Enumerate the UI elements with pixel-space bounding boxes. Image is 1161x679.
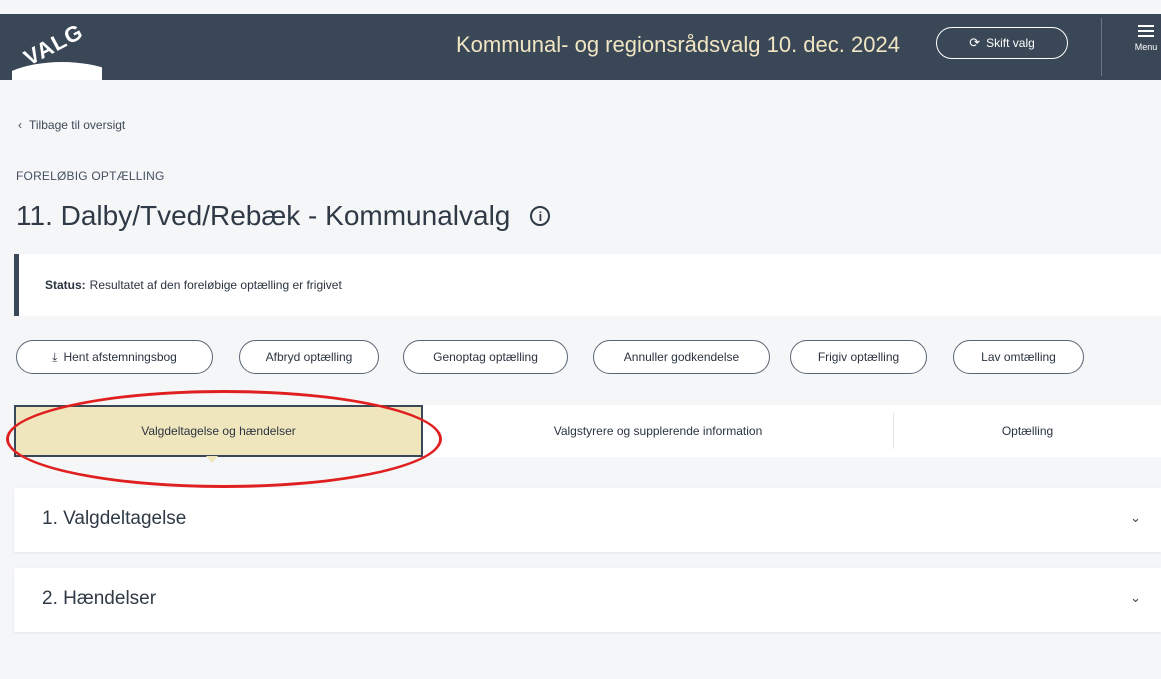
top-bar: VALG Kommunal- og regionsrådsvalg 10. de… — [0, 14, 1161, 80]
logo-swoosh — [12, 62, 102, 80]
tab-election-officials[interactable]: Valgstyrere og supplerende information — [423, 405, 893, 457]
chevron-down-icon: ⌄ — [1130, 590, 1141, 605]
status-text: Resultatet af den foreløbige optælling e… — [89, 278, 342, 292]
page-kicker: FORELØBIG OPTÆLLING — [16, 169, 165, 183]
refresh-icon: ⟳ — [969, 35, 981, 50]
tab-count[interactable]: Optælling — [894, 405, 1161, 457]
abort-count-button[interactable]: Afbryd optælling — [239, 340, 379, 374]
chevron-down-icon: ⌄ — [1130, 510, 1141, 525]
download-icon: ⤓ — [52, 349, 58, 364]
page-title: 11. Dalby/Tved/Rebæk - Kommunalvalg — [16, 200, 511, 231]
resume-count-label: Genoptag optælling — [433, 350, 538, 364]
release-count-label: Frigiv optælling — [817, 350, 900, 364]
switch-election-button[interactable]: ⟳ Skift valg — [936, 27, 1068, 59]
section-events-title: 2. Hændelser — [42, 588, 157, 609]
page-title-row: 11. Dalby/Tved/Rebæk - Kommunalvalg i — [16, 200, 551, 232]
back-link[interactable]: ‹ Tilbage til oversigt — [18, 118, 125, 132]
tab-bar: Valgdeltagelse og hændelser Valgstyrere … — [14, 405, 1161, 457]
section-turnout-title: 1. Valgdeltagelse — [42, 508, 187, 529]
menu-button[interactable]: Menu — [1131, 22, 1161, 72]
cancel-approval-label: Annuller godkendelse — [623, 350, 740, 364]
back-link-label: Tilbage til oversigt — [29, 118, 126, 132]
info-icon[interactable]: i — [530, 206, 551, 226]
tab-turnout-and-events-label: Valgdeltagelse og hændelser — [141, 424, 296, 438]
download-ballot-book-label: Hent afstemningsbog — [63, 350, 177, 364]
download-ballot-book-button[interactable]: ⤓ Hent afstemningsbog — [16, 340, 213, 374]
chevron-left-icon: ‹ — [18, 118, 22, 132]
recount-button[interactable]: Lav omtælling — [953, 340, 1084, 374]
abort-count-label: Afbryd optælling — [265, 350, 353, 364]
resume-count-button[interactable]: Genoptag optælling — [403, 340, 568, 374]
switch-election-label: Skift valg — [986, 36, 1035, 50]
recount-label: Lav omtælling — [981, 350, 1056, 364]
menu-label: Menu — [1134, 42, 1158, 52]
election-title: Kommunal- og regionsrådsvalg 10. dec. 20… — [456, 32, 900, 57]
valg-logo[interactable]: VALG — [12, 14, 102, 80]
header-divider — [1101, 18, 1102, 76]
tab-turnout-and-events[interactable]: Valgdeltagelse og hændelser — [14, 405, 423, 457]
hamburger-icon — [1138, 22, 1154, 40]
active-tab-pointer — [206, 456, 218, 463]
tab-count-label: Optælling — [1001, 424, 1054, 438]
release-count-button[interactable]: Frigiv optælling — [790, 340, 927, 374]
tab-election-officials-label: Valgstyrere og supplerende information — [553, 424, 763, 438]
section-turnout[interactable]: 1. Valgdeltagelse ⌄ — [14, 488, 1161, 552]
status-label: Status: — [45, 278, 86, 292]
cancel-approval-button[interactable]: Annuller godkendelse — [593, 340, 770, 374]
status-banner: Status: Resultatet af den foreløbige opt… — [14, 254, 1161, 316]
section-events[interactable]: 2. Hændelser ⌄ — [14, 568, 1161, 632]
